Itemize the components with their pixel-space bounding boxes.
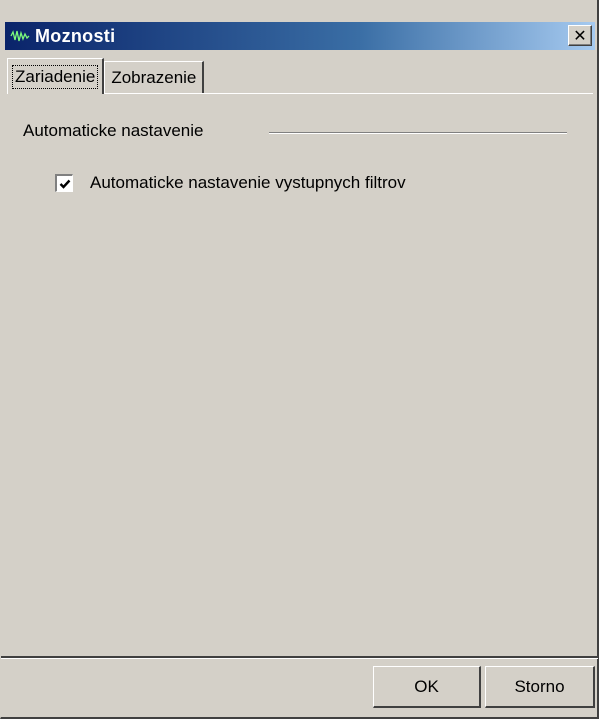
- auto-filter-checkbox[interactable]: [55, 174, 73, 192]
- waveform-icon: [9, 27, 31, 45]
- tab-label: Zobrazenie: [111, 68, 197, 87]
- group-divider: [269, 132, 567, 134]
- checkmark-icon: [59, 179, 70, 189]
- footer-divider-highlight: [1, 658, 598, 659]
- auto-filter-checkbox-row[interactable]: Automaticke nastavenie vystupnych filtro…: [55, 173, 406, 193]
- title-bar[interactable]: Moznosti ✕: [5, 22, 595, 50]
- cancel-button[interactable]: Storno: [485, 666, 595, 708]
- window-title: Moznosti: [35, 25, 116, 46]
- close-button[interactable]: ✕: [568, 25, 592, 46]
- ok-button[interactable]: OK: [373, 666, 481, 708]
- tab-label: Zariadenie: [11, 64, 99, 89]
- options-dialog: Moznosti ✕ Zariadenie Zobrazenie Automat…: [0, 0, 599, 719]
- group-title: Automaticke nastavenie: [23, 121, 210, 141]
- tab-strip: Zariadenie Zobrazenie: [7, 58, 205, 94]
- tab-zobrazenie[interactable]: Zobrazenie: [104, 61, 205, 94]
- auto-filter-label: Automaticke nastavenie vystupnych filtro…: [90, 173, 406, 192]
- tab-zariadenie[interactable]: Zariadenie: [7, 58, 105, 94]
- close-icon: ✕: [573, 27, 587, 45]
